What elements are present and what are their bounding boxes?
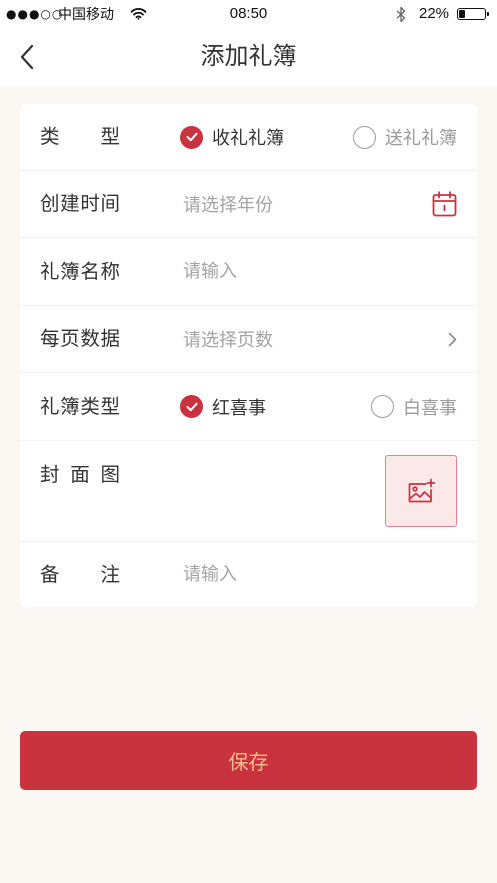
carrier-name: 中国移动 bbox=[58, 6, 114, 22]
book-name-field bbox=[183, 261, 457, 282]
check-circle-icon bbox=[180, 125, 203, 149]
battery-fill bbox=[459, 10, 465, 18]
book-direction-radio-group: 收礼礼簿 送礼礼簿 bbox=[180, 124, 457, 150]
radio-label: 收礼礼簿 bbox=[212, 128, 284, 148]
field-label: 创建时间 bbox=[40, 193, 120, 215]
field-label: 每页数据 bbox=[40, 328, 120, 350]
row-book-direction: 类型 收礼礼簿 送礼礼簿 bbox=[20, 104, 477, 171]
battery-icon bbox=[457, 8, 489, 20]
remark-input[interactable] bbox=[183, 564, 457, 585]
row-created-time: 创建时间 请选择年份 bbox=[20, 171, 477, 238]
row-remark: 备注 bbox=[20, 542, 477, 607]
field-label: 类型 bbox=[40, 126, 120, 148]
save-button[interactable]: 保存 bbox=[20, 731, 477, 790]
row-book-name: 礼簿名称 bbox=[20, 238, 477, 306]
year-placeholder: 请选择年份 bbox=[183, 195, 273, 215]
per-page-picker[interactable]: 请选择页数 bbox=[183, 306, 457, 372]
add-image-icon bbox=[407, 478, 436, 504]
back-button[interactable] bbox=[12, 42, 42, 72]
field-label: 封面图 bbox=[40, 464, 120, 486]
radio-option[interactable]: 红喜事 bbox=[180, 394, 266, 420]
radio-option[interactable]: 收礼礼簿 bbox=[180, 124, 284, 150]
status-bar: ●●●○○ 中国移动 08:50 22% bbox=[0, 0, 497, 28]
form-card: 类型 收礼礼簿 送礼礼簿 创建时间 请选择年份 礼簿名称 请输入 每页数据 请选… bbox=[20, 104, 477, 607]
radio-label: 红喜事 bbox=[212, 397, 266, 418]
signal-strength: ●●●○○ bbox=[6, 7, 64, 21]
circle-icon bbox=[353, 125, 376, 149]
page-title: 添加礼簿 bbox=[200, 43, 297, 70]
field-label: 备注 bbox=[40, 563, 120, 586]
per-page-placeholder: 请选择页数 bbox=[183, 330, 273, 350]
year-picker[interactable]: 请选择年份 bbox=[183, 171, 457, 237]
nav-bar: 添加礼簿 bbox=[0, 28, 497, 86]
event-type-radio-group: 红喜事 白喜事 bbox=[180, 394, 457, 420]
chevron-left-icon bbox=[19, 44, 35, 70]
book-name-input[interactable] bbox=[183, 261, 457, 282]
row-per-page: 每页数据 请选择页数 bbox=[20, 306, 477, 373]
chevron-right-icon bbox=[448, 332, 457, 347]
circle-icon bbox=[371, 395, 394, 418]
check-circle-icon bbox=[180, 395, 203, 418]
wifi-icon bbox=[130, 7, 147, 20]
radio-option[interactable]: 白喜事 bbox=[371, 394, 457, 420]
row-cover: 封面图 bbox=[20, 441, 477, 542]
remark-field bbox=[183, 564, 457, 585]
radio-label: 白喜事 bbox=[403, 397, 457, 418]
field-label: 礼簿类型 bbox=[40, 395, 120, 418]
battery-percent: 22% bbox=[419, 5, 450, 22]
calendar-icon bbox=[432, 191, 457, 217]
status-time: 08:50 bbox=[229, 5, 268, 22]
bluetooth-icon bbox=[396, 6, 406, 23]
radio-option[interactable]: 送礼礼簿 bbox=[353, 124, 457, 150]
row-event-type: 礼簿类型 红喜事 白喜事 bbox=[20, 373, 477, 441]
field-label: 礼簿名称 bbox=[40, 260, 120, 283]
cover-upload-button[interactable] bbox=[385, 455, 457, 527]
radio-label: 送礼礼簿 bbox=[385, 128, 457, 148]
